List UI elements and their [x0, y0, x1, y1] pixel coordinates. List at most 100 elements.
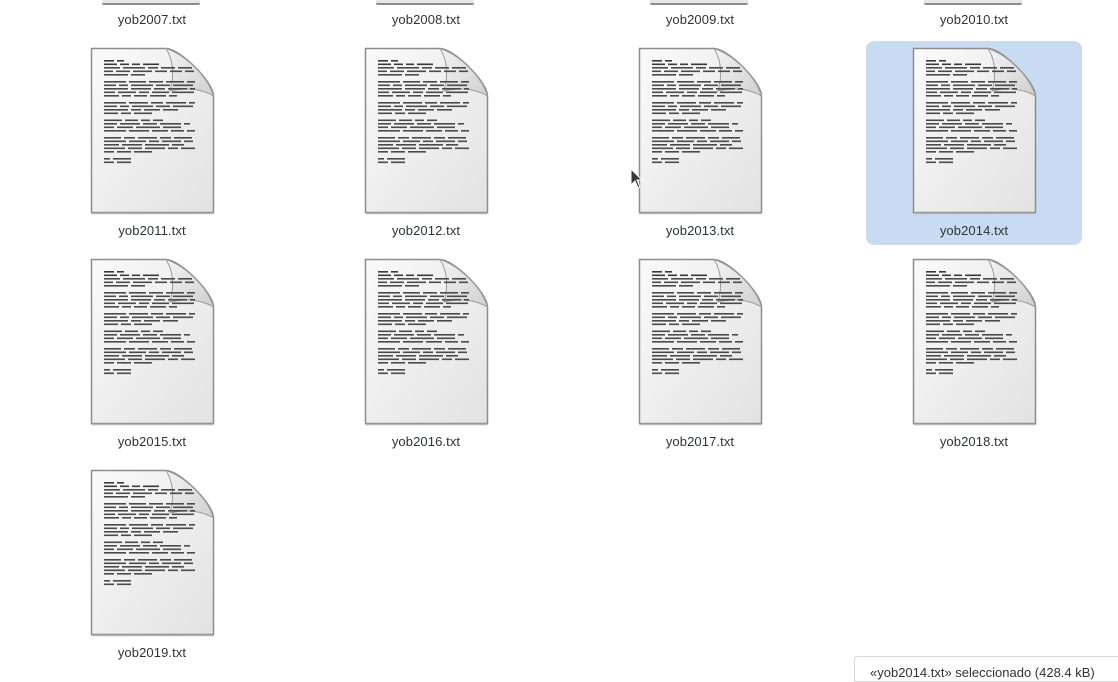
text-line: [926, 151, 936, 153]
text-line: [397, 67, 419, 69]
text-line: [160, 123, 181, 125]
text-line: [134, 362, 152, 364]
text-line: [378, 140, 400, 143]
text-line: [935, 369, 953, 371]
text-line: [155, 281, 167, 284]
text-line: [128, 569, 142, 572]
text-line: [129, 562, 146, 565]
text-line: [117, 126, 133, 129]
text-line: [104, 285, 128, 287]
text-line: [990, 88, 1009, 90]
text-line: [378, 316, 391, 319]
text-line: [961, 302, 971, 305]
text-line: [134, 573, 152, 575]
text-line: [679, 74, 693, 76]
text-line: [716, 358, 726, 361]
text-line: [145, 566, 169, 568]
text-line: [391, 151, 405, 153]
text-line: [691, 274, 707, 277]
text-line: [104, 140, 126, 143]
text-line: [652, 84, 664, 87]
text-line: [104, 531, 128, 533]
text-line: [378, 123, 391, 125]
text-line: [403, 292, 420, 294]
text-line: [190, 299, 195, 301]
text-line: [951, 313, 970, 315]
text-line: [652, 130, 674, 132]
text-line: [698, 306, 714, 308]
text-line: [995, 316, 1015, 319]
text-line: [682, 151, 700, 153]
file-item[interactable]: yob2016.txt: [318, 252, 534, 456]
text-line: [378, 161, 388, 164]
text-line: [143, 63, 159, 66]
text-line: [170, 70, 182, 73]
text-line: [945, 278, 967, 280]
file-item[interactable]: yob2019.txt: [44, 463, 260, 667]
text-line: [153, 330, 163, 333]
text-line: [954, 63, 962, 66]
text-document-icon: [364, 258, 489, 426]
text-line: [131, 84, 153, 87]
file-item[interactable]: yob2011.txt: [44, 41, 260, 245]
text-line: [190, 88, 195, 90]
text-line: [974, 302, 991, 305]
text-line: [104, 281, 113, 284]
text-line: [926, 271, 936, 273]
file-grid: yob2007.txt yob2008.txt yob2009.txt yob2…: [0, 0, 1118, 677]
text-line: [378, 151, 388, 153]
text-line: [166, 292, 184, 294]
text-line: [652, 372, 662, 375]
text-line: [1012, 88, 1017, 90]
text-line: [104, 513, 115, 516]
text-line: [926, 67, 942, 69]
file-item[interactable]: yob2012.txt: [318, 41, 534, 245]
text-line: [951, 130, 971, 132]
text-line: [120, 545, 140, 547]
text-line: [729, 147, 743, 150]
text-line: [104, 320, 128, 322]
file-icon-partial: [650, 0, 748, 5]
text-line: [926, 144, 941, 146]
text-line: [173, 506, 193, 509]
text-line: [405, 74, 419, 76]
text-line: [173, 295, 193, 298]
text-line: [717, 306, 725, 308]
text-line: [717, 95, 725, 97]
file-item[interactable]: yob2013.txt: [592, 41, 808, 245]
text-line: [1009, 81, 1017, 83]
text-line: [104, 372, 114, 375]
text-line: [129, 351, 146, 354]
file-item[interactable]: yob2014.txt: [866, 41, 1082, 245]
text-line: [104, 63, 117, 66]
text-line: [732, 140, 741, 143]
text-line: [926, 88, 950, 90]
text-line: [670, 306, 679, 308]
text-line: [104, 84, 116, 87]
file-icon-partial: [102, 0, 200, 5]
text-line: [104, 548, 114, 551]
text-line: [417, 123, 431, 125]
text-line: [988, 313, 1008, 315]
text-line: [437, 337, 455, 340]
text-line: [926, 351, 948, 354]
text-line: [993, 130, 1006, 132]
file-item[interactable]: yob2017.txt: [592, 252, 808, 456]
text-line: [187, 341, 195, 343]
text-line: [437, 320, 452, 322]
file-item[interactable]: yob2018.txt: [866, 252, 1082, 456]
text-line: [104, 292, 126, 294]
text-line: [721, 84, 741, 87]
text-line: [104, 278, 120, 280]
text-line: [149, 351, 159, 354]
text-line: [978, 295, 992, 298]
text-line: [944, 306, 953, 308]
file-item[interactable]: yob2015.txt: [44, 252, 260, 456]
text-document-icon: [90, 47, 215, 215]
text-line: [399, 119, 412, 122]
text-line: [681, 281, 700, 284]
text-line: [417, 274, 433, 277]
text-line: [994, 302, 1016, 305]
text-line: [652, 123, 665, 125]
text-line: [104, 91, 115, 94]
